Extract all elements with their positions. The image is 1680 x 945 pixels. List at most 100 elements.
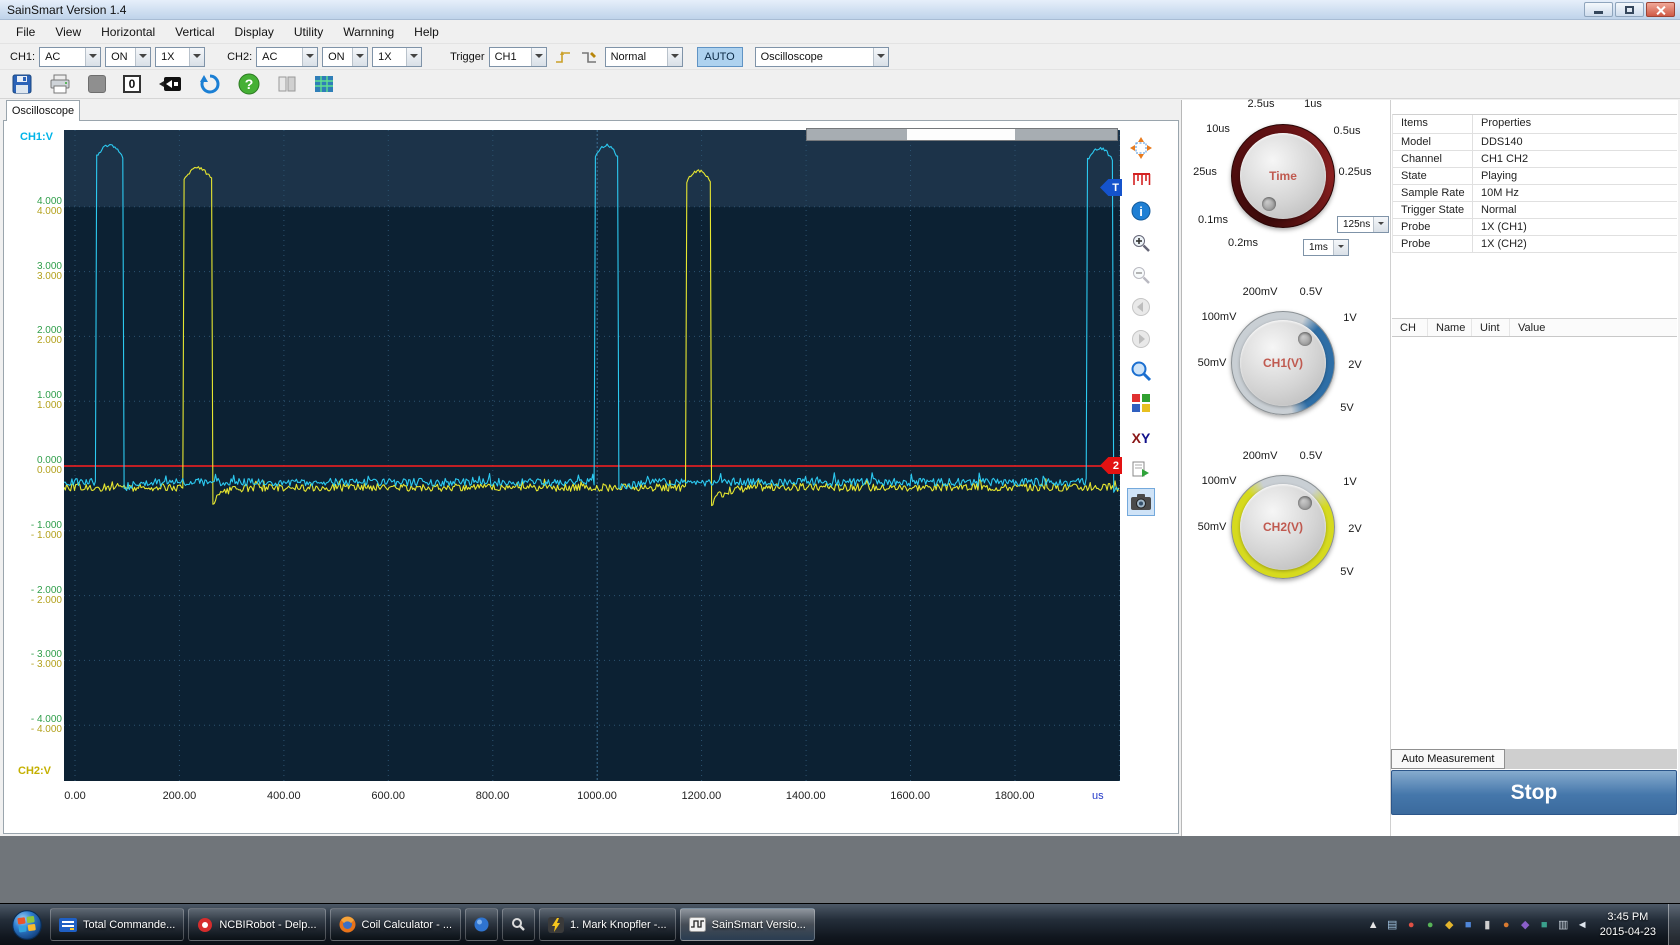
auto-measurement-tab[interactable]: Auto Measurement [1391,749,1505,769]
stop-button[interactable]: Stop [1391,770,1677,815]
record-button[interactable] [158,75,182,93]
tray-app-1-icon[interactable]: ▤ [1385,917,1400,933]
zoom-out-button[interactable] [1127,261,1155,289]
search-zoom-button[interactable] [1127,357,1155,385]
time-knob-tick: 0.25us [1338,166,1371,178]
previous-view-button[interactable] [1127,293,1155,321]
ch2-knob-tick: 5V [1340,566,1353,578]
timebase-fine-select[interactable]: 125ns [1337,216,1389,233]
fit-screen-button[interactable] [1127,134,1155,162]
ch2-knob-tick: 100mV [1202,475,1237,487]
ch2-onoff-select[interactable]: ON [322,47,368,67]
print-button[interactable] [49,74,71,94]
trigger-mode-value: Normal [611,51,646,63]
ch2-knob-tick: 0.5V [1300,450,1323,462]
menu-view[interactable]: View [45,22,91,42]
ch2-knob-tick: 2V [1348,523,1361,535]
ch2-knob-label: CH2(V) [1263,520,1303,534]
taskbar-item-ncbi[interactable]: NCBIRobot - Delp... [188,908,325,941]
taskbar-item-firefox[interactable]: Coil Calculator - ... [330,908,461,941]
oscilloscope-display[interactable] [64,130,1120,781]
trigger-mode-select[interactable]: Normal [605,47,683,67]
help-button[interactable]: ? [238,73,260,95]
scope-scrollbar[interactable] [806,128,1118,141]
tray-app-8-icon[interactable]: ◆ [1518,917,1533,933]
taskbar-clock[interactable]: 3:45 PM 2015-04-23 [1600,910,1656,940]
taskbar-item-blue-app[interactable] [465,908,498,941]
auto-measurement-strip: Auto Measurement [1391,749,1677,769]
trigger-source-select[interactable]: CH1 [489,47,547,67]
ch2-volts-knob[interactable]: CH2(V) [1240,484,1326,570]
taskbar-item-total-commander[interactable]: Total Commande... [50,908,184,941]
maximize-button[interactable] [1615,2,1644,17]
property-name: Model [1393,134,1473,150]
tray-app-3-icon[interactable]: ● [1423,917,1438,933]
rising-edge-icon [554,50,572,64]
ch1-volts-knob-block: CH1(V) 200mV0.5V100mV1V50mV2V5V [1195,281,1375,446]
ch2-probe-select[interactable]: 1X [372,47,422,67]
grid-view-button[interactable] [314,75,334,93]
timebase-select[interactable]: 1ms [1303,239,1349,256]
taskbar-item-tool[interactable] [502,908,535,941]
show-desktop-button[interactable] [1668,904,1680,945]
scope-y-label-ch2: - 1.000 [14,531,62,541]
minimize-button[interactable] [1584,2,1613,17]
clock-time: 3:45 PM [1600,910,1656,925]
menu-bar: FileViewHorizontalVerticalDisplayUtility… [0,20,1680,44]
cursor-measure-button[interactable] [1127,166,1155,194]
menu-utility[interactable]: Utility [284,22,333,42]
export-icon [1131,460,1151,480]
tray-app-6-icon[interactable]: ▮ [1480,917,1495,933]
menu-help[interactable]: Help [404,22,449,42]
taskbar-item-winamp[interactable]: 1. Mark Knopfler -... [539,908,676,941]
start-button[interactable] [8,906,46,944]
tray-app-9-icon[interactable]: ■ [1537,917,1552,933]
taskbar-item-sainsmart[interactable]: SainSmart Versio... [680,908,815,941]
xy-mode-button[interactable]: XY [1127,424,1155,452]
menu-file[interactable]: File [6,22,45,42]
auto-button[interactable]: AUTO [697,47,743,67]
ch2-label: CH2: [227,51,252,63]
color-settings-button[interactable] [1127,389,1155,417]
ch1-coupling-select[interactable]: AC [39,47,101,67]
menu-display[interactable]: Display [225,22,284,42]
title-bar[interactable]: SainSmart Version 1.4 [0,0,1680,20]
tray-app-7-icon[interactable]: ● [1499,917,1514,933]
tray-show-hidden-icon[interactable]: ▲ [1366,917,1381,933]
menu-warnning[interactable]: Warnning [333,22,404,42]
ch1-onoff-select[interactable]: ON [105,47,151,67]
device-mode-select[interactable]: Oscilloscope [755,47,889,67]
next-view-button[interactable] [1127,325,1155,353]
menu-vertical[interactable]: Vertical [165,22,224,42]
columns-view-button[interactable] [277,75,297,93]
scope-scrollbar-thumb[interactable] [907,129,1015,140]
zoom-in-icon [1131,233,1151,253]
tray-volume-icon[interactable]: ◄ [1575,917,1590,933]
info-button[interactable]: i [1127,197,1155,225]
scope-y-label-ch2: 2.000 [14,336,62,346]
ch2-coupling-select[interactable]: AC [256,47,318,67]
ch1-volts-knob[interactable]: CH1(V) [1240,320,1326,406]
ch1-onoff-value: ON [111,51,128,63]
tray-app-2-icon[interactable]: ● [1404,917,1419,933]
tab-oscilloscope[interactable]: Oscilloscope [6,100,80,121]
property-value: CH1 CH2 [1473,151,1677,167]
export-data-button[interactable] [1127,456,1155,484]
trigger-falling-edge-button[interactable] [577,46,601,68]
scope-x-label: 1600.00 [878,790,942,802]
ch1-probe-select[interactable]: 1X [155,47,205,67]
screenshot-button[interactable] [1127,488,1155,516]
close-button[interactable] [1646,2,1675,17]
time-knob[interactable]: Time [1240,133,1326,219]
display-dim-button[interactable] [88,75,106,93]
tray-network-icon[interactable]: ▥ [1556,917,1571,933]
save-button[interactable] [12,74,32,94]
zero-counter-badge[interactable]: 0 [123,75,141,93]
menu-horizontal[interactable]: Horizontal [91,22,165,42]
tray-app-4-icon[interactable]: ◆ [1442,917,1457,933]
tray-app-5-icon[interactable]: ■ [1461,917,1476,933]
zoom-in-button[interactable] [1127,229,1155,257]
refresh-button[interactable] [199,73,221,95]
trigger-rising-edge-button[interactable] [551,46,575,68]
property-value: Normal [1473,202,1677,218]
